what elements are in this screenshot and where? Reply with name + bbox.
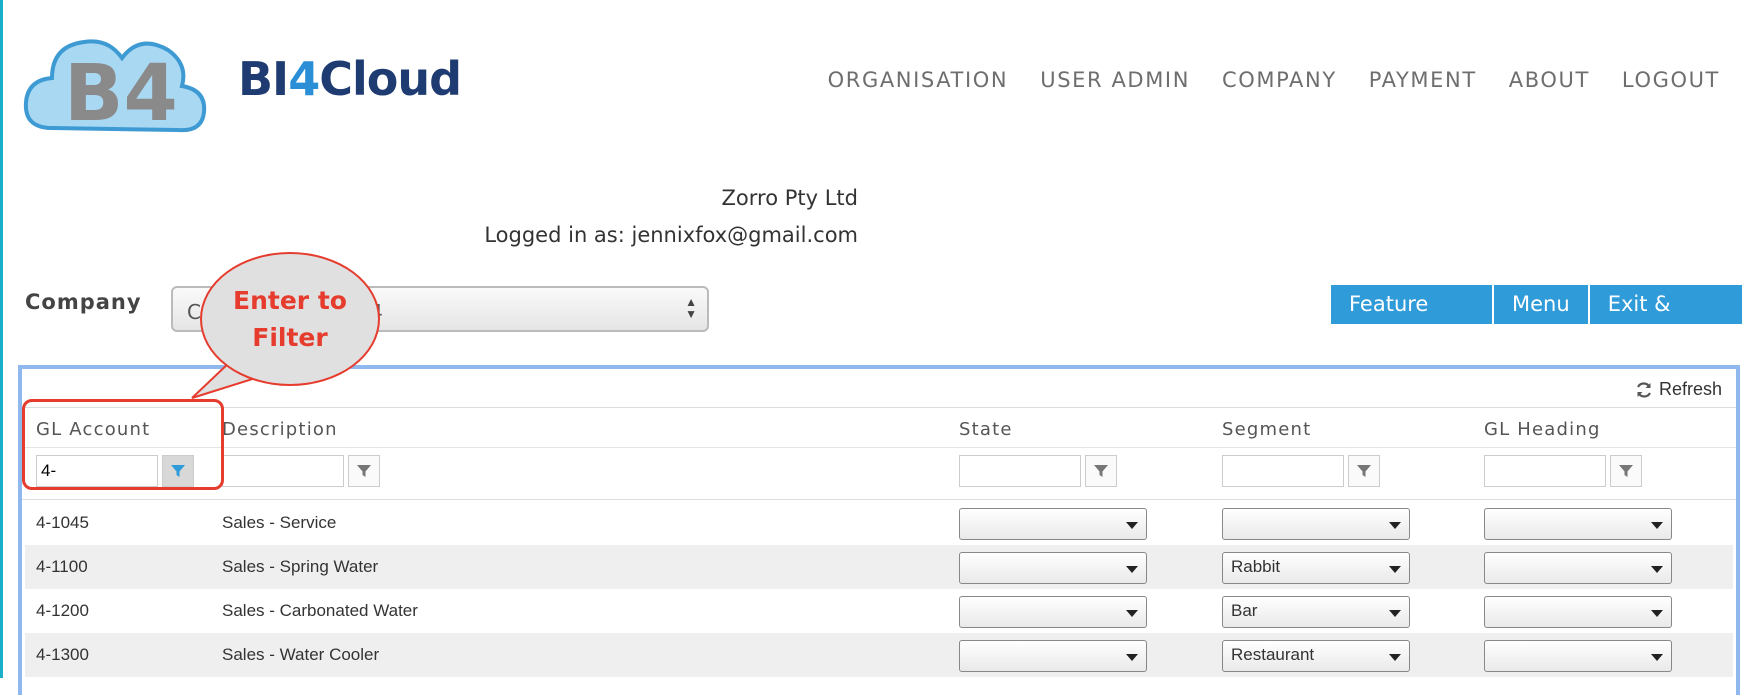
caret-down-icon bbox=[1389, 654, 1401, 661]
state-filter-button[interactable] bbox=[1085, 455, 1117, 487]
caret-down-icon bbox=[1126, 522, 1138, 529]
gl-heading-filter-input[interactable] bbox=[1484, 455, 1606, 487]
caret-down-icon bbox=[1389, 522, 1401, 529]
gl-heading-dropdown[interactable] bbox=[1484, 508, 1672, 540]
gl-heading-dropdown[interactable] bbox=[1484, 596, 1672, 628]
filter-row-divider bbox=[22, 499, 1736, 500]
brand-prefix: BI bbox=[238, 52, 289, 106]
table-row[interactable]: 4-1045 Sales - Service bbox=[25, 501, 1733, 545]
gl-account-cell: 4-1100 bbox=[36, 557, 88, 576]
refresh-button[interactable]: Refresh bbox=[1635, 379, 1722, 400]
top-nav: ORGANISATION USER ADMIN COMPANY PAYMENT … bbox=[796, 68, 1720, 92]
company-label: Company bbox=[25, 290, 142, 314]
brand-name: BI4Cloud bbox=[238, 52, 462, 106]
svg-text:B4: B4 bbox=[64, 49, 178, 138]
gl-account-cell: 4-1045 bbox=[36, 513, 89, 532]
gl-heading-filter-button[interactable] bbox=[1610, 455, 1642, 487]
gl-heading-dropdown[interactable] bbox=[1484, 640, 1672, 672]
company-name-text: Zorro Pty Ltd bbox=[721, 186, 858, 210]
caret-down-icon bbox=[1389, 566, 1401, 573]
state-dropdown[interactable] bbox=[959, 552, 1147, 584]
nav-payment[interactable]: PAYMENT bbox=[1369, 68, 1477, 92]
segment-dropdown[interactable]: Bar bbox=[1222, 596, 1410, 628]
state-dropdown[interactable] bbox=[959, 640, 1147, 672]
description-cell: Sales - Carbonated Water bbox=[222, 601, 418, 620]
refresh-label: Refresh bbox=[1658, 379, 1722, 399]
segment-dropdown[interactable]: Restaurant bbox=[1222, 640, 1410, 672]
segment-filter-input[interactable] bbox=[1222, 455, 1344, 487]
nav-organisation[interactable]: ORGANISATION bbox=[828, 68, 1009, 92]
caret-down-icon bbox=[1126, 566, 1138, 573]
gl-account-cell: 4-1300 bbox=[36, 645, 89, 664]
nav-user-admin[interactable]: USER ADMIN bbox=[1040, 68, 1190, 92]
segment-dropdown[interactable]: Rabbit bbox=[1222, 552, 1410, 584]
table-row[interactable]: 4-1300 Sales - Water Cooler Restaurant bbox=[25, 633, 1733, 677]
table-row[interactable]: 4-1100 Sales - Spring Water Rabbit bbox=[25, 545, 1733, 589]
menu-button[interactable]: Menu bbox=[1492, 285, 1588, 324]
col-header-description[interactable]: Description bbox=[222, 419, 338, 440]
caret-down-icon bbox=[1651, 566, 1663, 573]
description-cell: Sales - Water Cooler bbox=[222, 645, 380, 664]
bi4cloud-logo-icon: B4 bbox=[23, 39, 207, 138]
table-row[interactable]: 4-1200 Sales - Carbonated Water Bar bbox=[25, 589, 1733, 633]
caret-down-icon bbox=[1651, 610, 1663, 617]
state-dropdown[interactable] bbox=[959, 508, 1147, 540]
header-divider bbox=[22, 407, 1736, 408]
segment-filter-button[interactable] bbox=[1348, 455, 1380, 487]
gl-account-grid: Refresh GL Account Description State Seg… bbox=[18, 365, 1740, 695]
brand-suffix: Cloud bbox=[319, 52, 462, 106]
callout-highlight-box bbox=[22, 399, 224, 490]
filter-icon bbox=[1094, 465, 1108, 477]
filter-icon bbox=[1619, 465, 1633, 477]
nav-company[interactable]: COMPANY bbox=[1222, 68, 1337, 92]
updown-arrows-icon: ▲ ▼ bbox=[685, 295, 697, 321]
col-header-segment[interactable]: Segment bbox=[1222, 419, 1311, 440]
caret-down-icon bbox=[1651, 654, 1663, 661]
exit-save-button[interactable]: Exit & Save bbox=[1587, 285, 1742, 355]
left-accent-bar bbox=[0, 0, 3, 678]
callout-line-1: Enter to bbox=[233, 286, 347, 315]
brand-four: 4 bbox=[288, 52, 320, 106]
callout-text: Enter to Filter bbox=[200, 282, 380, 356]
filter-icon bbox=[357, 465, 371, 477]
col-header-gl-heading[interactable]: GL Heading bbox=[1484, 419, 1601, 440]
filter-divider bbox=[22, 447, 1736, 448]
state-dropdown[interactable] bbox=[959, 596, 1147, 628]
refresh-icon bbox=[1636, 382, 1651, 397]
description-cell: Sales - Spring Water bbox=[222, 557, 379, 576]
caret-down-icon bbox=[1126, 654, 1138, 661]
segment-dropdown[interactable] bbox=[1222, 508, 1410, 540]
col-header-state[interactable]: State bbox=[959, 419, 1013, 440]
session-info: Zorro Pty Ltd Logged in as: jennixfox@gm… bbox=[484, 180, 858, 254]
nav-logout[interactable]: LOGOUT bbox=[1622, 68, 1720, 92]
description-cell: Sales - Service bbox=[222, 513, 337, 532]
caret-down-icon bbox=[1389, 610, 1401, 617]
logged-in-text: Logged in as: jennixfox@gmail.com bbox=[484, 223, 858, 247]
caret-down-icon bbox=[1126, 610, 1138, 617]
caret-down-icon bbox=[1651, 522, 1663, 529]
description-filter-input[interactable] bbox=[222, 455, 344, 487]
state-filter-input[interactable] bbox=[959, 455, 1081, 487]
filter-icon bbox=[1357, 465, 1371, 477]
callout-line-2: Filter bbox=[252, 323, 328, 352]
description-filter-button[interactable] bbox=[348, 455, 380, 487]
gl-account-cell: 4-1200 bbox=[36, 601, 89, 620]
feature-tour-button[interactable]: Feature Tour bbox=[1331, 285, 1492, 355]
action-button-group: Feature Tour Menu Exit & Save bbox=[1331, 285, 1742, 355]
nav-about[interactable]: ABOUT bbox=[1509, 68, 1590, 92]
gl-heading-dropdown[interactable] bbox=[1484, 552, 1672, 584]
